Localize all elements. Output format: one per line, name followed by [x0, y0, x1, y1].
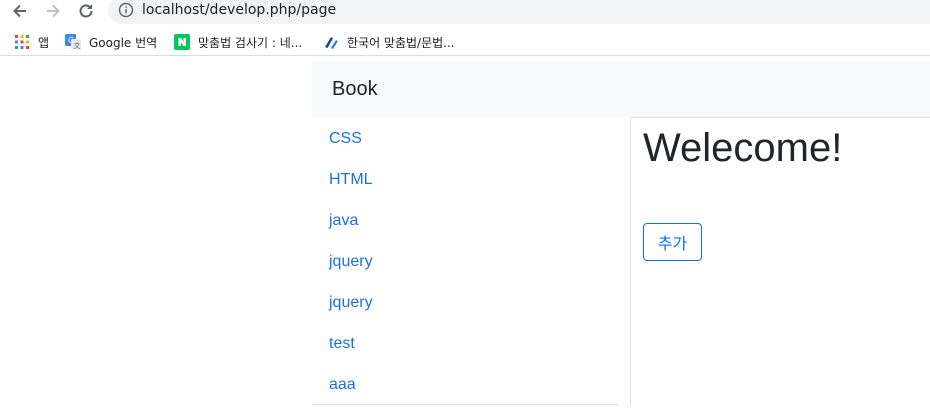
address-bar[interactable]: localhost/develop.php/page [108, 0, 930, 24]
list-link-css[interactable]: CSS [329, 129, 362, 149]
navbar: Book [312, 61, 930, 117]
bookmark-korean-spellcheck[interactable]: 한국어 맞춤법/문법... [323, 32, 455, 52]
list-link-jquery-2[interactable]: jquery [329, 293, 373, 313]
bookmark-label: 앱 [38, 35, 50, 50]
list-link-java[interactable]: java [329, 211, 358, 231]
naver-icon [174, 34, 190, 50]
reload-icon [79, 4, 93, 18]
list-link-aaa[interactable]: aaa [329, 375, 356, 395]
category-list: CSS HTML java jquery jquery test aaa [312, 117, 618, 405]
info-icon[interactable] [118, 2, 134, 18]
back-button[interactable] [10, 1, 30, 21]
bookmark-label: Google 번역 [89, 35, 158, 50]
bookmark-label: 한국어 맞춤법/문법... [347, 35, 455, 50]
bookmark-apps[interactable]: 앱 [14, 32, 49, 52]
back-arrow-icon [13, 4, 26, 18]
list-link-test[interactable]: test [329, 334, 355, 354]
svg-text:文: 文 [74, 41, 81, 50]
add-button[interactable]: 추가 [643, 223, 702, 261]
url-text[interactable]: localhost/develop.php/page [142, 2, 336, 18]
google-translate-icon: G 文 [65, 34, 81, 50]
bookmark-google-translate[interactable]: G 文 Google 번역 [65, 32, 157, 52]
apps-grid-icon [15, 35, 29, 49]
browser-toolbar: localhost/develop.php/page [0, 0, 930, 24]
forward-button[interactable] [43, 1, 63, 21]
spellcheck-icon [325, 37, 338, 49]
main-panel: Welecome! 추가 [630, 117, 930, 405]
reload-button[interactable] [76, 1, 96, 21]
page-content: Book CSS HTML java jquery jquery test aa… [0, 61, 930, 409]
list-link-jquery[interactable]: jquery [329, 252, 373, 272]
bookmark-naver-spellcheck[interactable]: 맞춤법 검사기 : 네... [174, 32, 302, 52]
list-link-html[interactable]: HTML [329, 170, 373, 190]
bookmark-label: 맞춤법 검사기 : 네... [198, 35, 303, 50]
bookmarks-bar: 앱 G 文 Google 번역 맞춤법 검사기 : 네... 한국어 맞춤법/문… [0, 28, 930, 56]
forward-arrow-icon [47, 4, 60, 18]
welcome-heading: Welecome! [643, 126, 843, 170]
navbar-brand[interactable]: Book [332, 78, 378, 101]
